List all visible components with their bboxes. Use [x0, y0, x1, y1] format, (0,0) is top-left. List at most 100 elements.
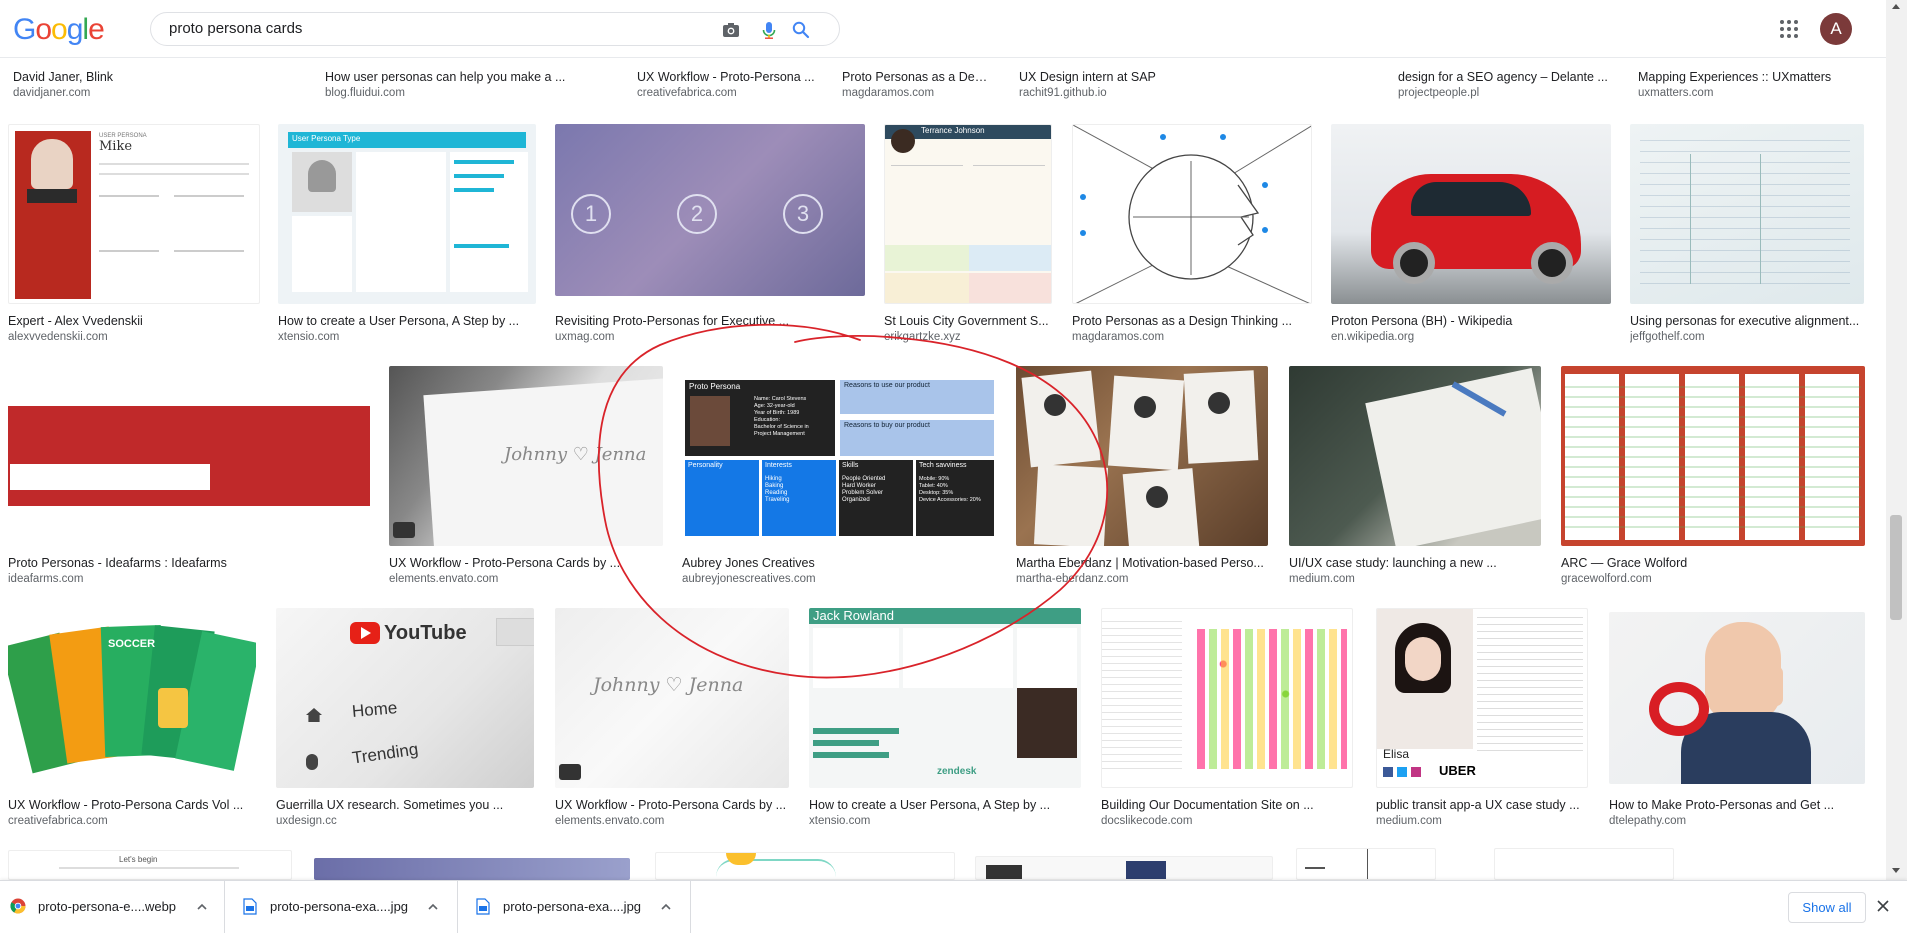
result-source[interactable]: creativefabrica.com — [637, 87, 817, 99]
search-box[interactable]: proto persona cards — [150, 12, 840, 46]
download-item[interactable]: proto-persona-exa....jpg — [458, 881, 691, 933]
result-tile[interactable]: Proto Personas as a Design Thinking ... … — [1072, 124, 1312, 344]
result-caption[interactable]: Guerrilla UX research. Sometimes you ... — [276, 798, 534, 812]
result-thumbnail[interactable] — [1016, 366, 1268, 546]
result-tile[interactable] — [1494, 848, 1674, 880]
result-caption[interactable]: Aubrey Jones Creatives — [682, 556, 922, 570]
result-thumbnail[interactable] — [1609, 612, 1865, 784]
result-tile[interactable]: YouTube Home Trending Guerrilla UX resea… — [276, 608, 534, 828]
result-caption[interactable]: Using personas for executive alignment..… — [1630, 314, 1864, 328]
result-thumbnail[interactable]: Practitioner’s Desk — [8, 366, 370, 546]
show-all-button[interactable]: Show all — [1788, 892, 1866, 923]
result-tile[interactable]: Proto Persona Name: Carol Stevens Age: 3… — [682, 366, 997, 586]
result-caption[interactable]: Proto Personas - Ideafarms : Ideafarms — [8, 556, 370, 570]
result-thumbnail[interactable]: Terrance Johnson — [884, 124, 1052, 304]
result-thumbnail[interactable] — [975, 856, 1273, 880]
result-caption[interactable]: How user personas can help you make a ..… — [325, 70, 615, 84]
result-tile[interactable]: Building Our Documentation Site on ... d… — [1101, 608, 1353, 828]
result-tile[interactable]: USER PERSONA Mike Expert - Alex Vvedensk… — [8, 124, 260, 344]
scroll-down-icon[interactable] — [1892, 868, 1900, 873]
search-input[interactable]: proto persona cards — [169, 20, 302, 37]
result-source[interactable]: medium.com — [1289, 573, 1541, 585]
result-caption[interactable]: UX Workflow - Proto-Persona Cards by ... — [555, 798, 789, 812]
result-tile[interactable]: Johnny ♡ Jenna UX Workflow - Proto-Perso… — [389, 366, 663, 586]
scroll-up-icon[interactable] — [1892, 4, 1900, 9]
result-tile[interactable]: Using personas for executive alignment..… — [1630, 124, 1864, 344]
download-filename[interactable]: proto-persona-exa....jpg — [270, 899, 408, 914]
result-source[interactable]: en.wikipedia.org — [1331, 331, 1611, 343]
result-thumbnail[interactable]: 1 2 3 — [555, 124, 865, 296]
search-icon[interactable] — [791, 20, 811, 40]
result-thumbnail[interactable] — [1072, 124, 1312, 304]
result-source[interactable]: dtelepathy.com — [1609, 815, 1865, 827]
result-source[interactable]: jeffgothelf.com — [1630, 331, 1864, 343]
result-caption[interactable]: Revisiting Proto-Personas for Executive … — [555, 314, 795, 328]
result-caption[interactable]: St Louis City Government S... — [884, 314, 1052, 328]
result-thumbnail[interactable]: USER PERSONA Mike — [8, 124, 260, 304]
apps-grid-icon[interactable] — [1778, 18, 1798, 38]
result-source[interactable]: alexvvedenskii.com — [8, 331, 260, 343]
result-tile[interactable] — [1296, 848, 1436, 880]
result-source[interactable]: medium.com — [1376, 815, 1588, 827]
result-tile[interactable]: Practitioner’s Desk Proto Personas - Ide… — [8, 366, 370, 586]
result-tile[interactable]: Johnny ♡ Jenna UX Workflow - Proto-Perso… — [555, 608, 789, 828]
result-tile[interactable]: Martha Eberdanz | Motivation-based Perso… — [1016, 366, 1268, 586]
download-filename[interactable]: proto-persona-exa....jpg — [503, 899, 641, 914]
chevron-up-icon[interactable] — [660, 902, 672, 912]
result-source[interactable]: gracewolford.com — [1561, 573, 1865, 585]
result-thumbnail[interactable] — [655, 852, 955, 880]
result-caption[interactable]: Expert - Alex Vvedenskii — [8, 314, 260, 328]
download-item[interactable]: proto-persona-e....webp — [0, 881, 225, 933]
result-thumbnail[interactable]: SOCCER — [8, 608, 256, 788]
result-thumbnail[interactable] — [1630, 124, 1864, 304]
result-thumbnail[interactable]: Elisa UBER — [1376, 608, 1588, 788]
result-caption[interactable]: Mapping Experiences :: UXmatters — [1638, 70, 1868, 84]
page-scrollbar[interactable] — [1886, 0, 1907, 880]
result-source[interactable]: elements.envato.com — [555, 815, 789, 827]
result-thumbnail[interactable]: Let's begin — [8, 850, 292, 880]
result-thumbnail[interactable] — [1296, 848, 1436, 880]
result-caption[interactable]: Proton Persona (BH) - Wikipedia — [1331, 314, 1611, 328]
result-caption[interactable]: How to create a User Persona, A Step by … — [278, 314, 536, 328]
result-thumbnail[interactable] — [1494, 848, 1674, 880]
result-thumbnail[interactable]: Johnny ♡ Jenna — [389, 366, 663, 546]
result-thumbnail[interactable]: Proto Persona Name: Carol Stevens Age: 3… — [682, 366, 997, 546]
chevron-up-icon[interactable] — [196, 902, 208, 912]
result-tile[interactable]: User Persona Type How to create a User P… — [278, 124, 536, 344]
download-item[interactable]: proto-persona-exa....jpg — [225, 881, 458, 933]
result-caption[interactable]: design for a SEO agency – Delante ... — [1398, 70, 1623, 84]
close-icon[interactable] — [1876, 899, 1890, 913]
result-tile[interactable]: 1 2 3 Revisiting Proto-Personas for Exec… — [555, 124, 865, 344]
result-tile[interactable]: SOCCER UX Workflow - Proto-Persona Cards… — [8, 608, 256, 828]
result-caption[interactable]: How to Make Proto-Personas and Get ... — [1609, 798, 1865, 812]
camera-icon[interactable] — [721, 20, 741, 40]
result-source[interactable]: xtensio.com — [278, 331, 536, 343]
result-tile[interactable]: ARC — Grace Wolford gracewolford.com — [1561, 366, 1865, 586]
account-avatar[interactable]: A — [1820, 13, 1852, 45]
microphone-icon[interactable] — [759, 20, 779, 40]
result-source[interactable]: docslikecode.com — [1101, 815, 1353, 827]
result-tile[interactable]: Elisa UBER public transit app-a UX case … — [1376, 608, 1588, 828]
result-caption[interactable]: Proto Personas as a Design Thinking ... — [1072, 314, 1312, 328]
result-thumbnail[interactable] — [1561, 366, 1865, 546]
result-source[interactable]: uxmag.com — [555, 331, 795, 343]
result-caption[interactable]: UI/UX case study: launching a new ... — [1289, 556, 1541, 570]
result-source[interactable]: uxdesign.cc — [276, 815, 534, 827]
result-thumbnail[interactable]: Johnny ♡ Jenna — [555, 608, 789, 788]
google-logo[interactable]: G o o g l e — [13, 13, 105, 47]
result-tile[interactable] — [655, 852, 955, 880]
chevron-up-icon[interactable] — [427, 902, 439, 912]
result-tile[interactable]: Let's begin — [8, 850, 292, 880]
result-caption[interactable]: UX Workflow - Proto-Persona Cards by ... — [389, 556, 663, 570]
result-thumbnail[interactable]: Jack Rowland zendesk — [809, 608, 1081, 788]
result-source[interactable]: erikgartzke.xyz — [884, 331, 1052, 343]
result-source[interactable]: rachit91.github.io — [1019, 87, 1319, 99]
result-thumbnail[interactable] — [314, 858, 630, 880]
result-source[interactable]: projectpeople.pl — [1398, 87, 1623, 99]
result-tile[interactable]: Terrance Johnson St Louis City Governmen… — [884, 124, 1052, 344]
result-tile[interactable] — [314, 858, 630, 880]
result-source[interactable]: magdaramos.com — [842, 87, 992, 99]
result-thumbnail[interactable] — [1101, 608, 1353, 788]
result-caption[interactable]: David Janer, Blink — [13, 70, 303, 84]
scrollbar-thumb[interactable] — [1890, 515, 1902, 620]
